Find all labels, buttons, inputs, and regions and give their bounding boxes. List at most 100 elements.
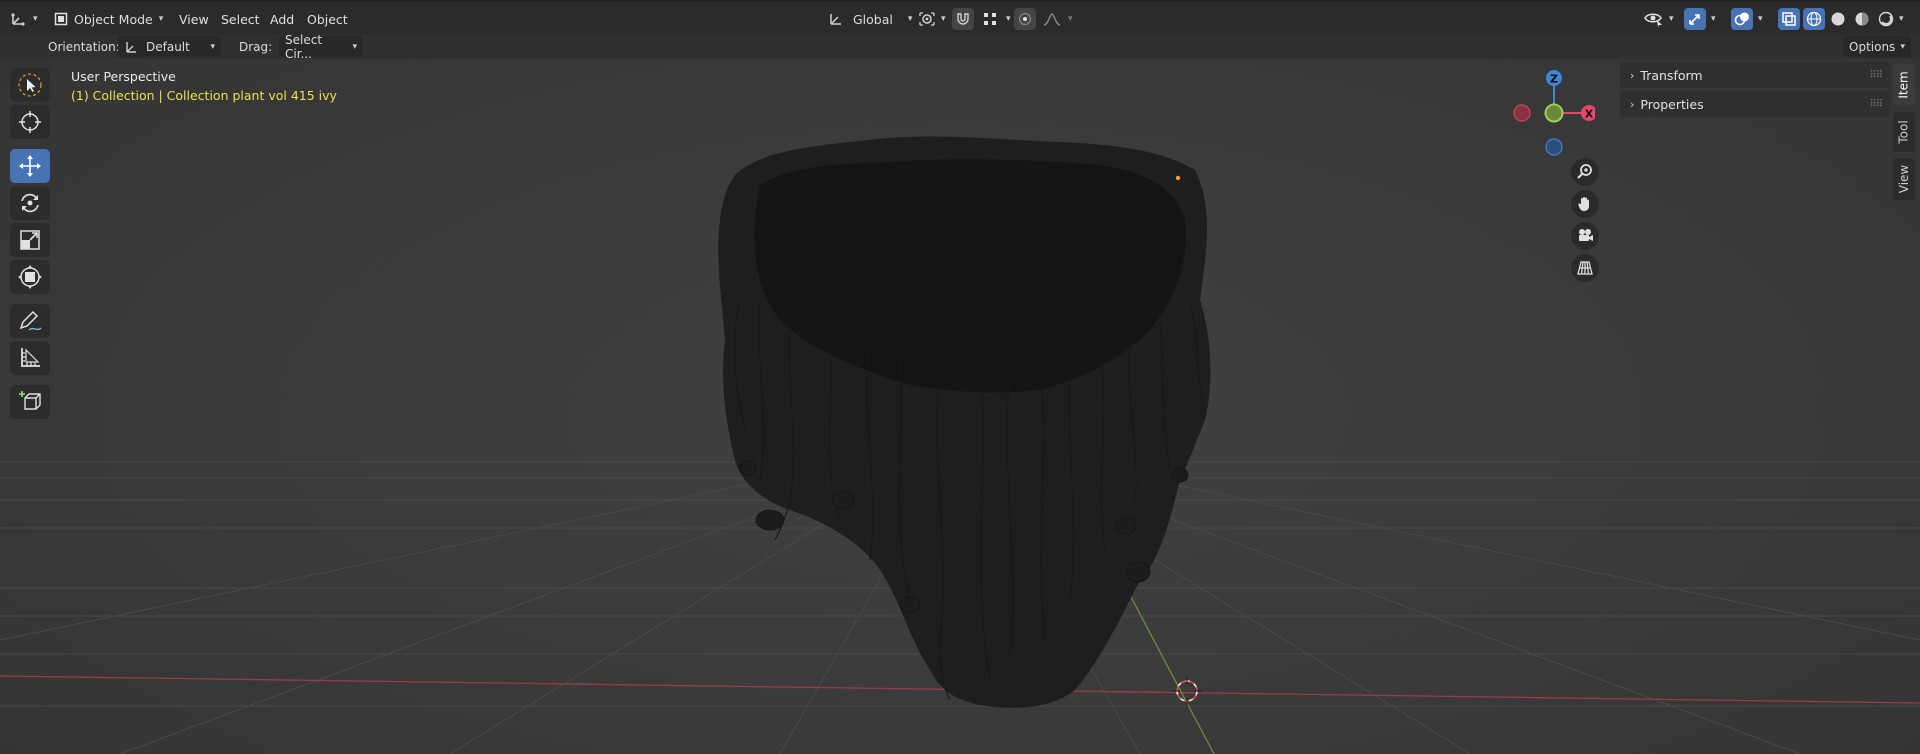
drag-grip-icon[interactable]: ⠿⠿ — [1869, 70, 1883, 81]
falloff-button[interactable] — [1041, 8, 1063, 30]
menu-add[interactable]: Add — [270, 12, 294, 27]
proportional-toggle-button[interactable] — [952, 8, 974, 30]
chevron-down-icon: ▾ — [1669, 14, 1674, 24]
gizmo-dropdown[interactable]: ▾ — [1684, 8, 1716, 30]
material-shading-button[interactable] — [1851, 8, 1873, 30]
magnet-icon — [957, 13, 969, 25]
select-tool-button[interactable] — [10, 68, 50, 102]
gizmo-z-label: Z — [1550, 73, 1558, 86]
transform-orientation-dropdown[interactable]: Global ▾ — [828, 8, 912, 30]
y-axis-line — [1121, 579, 1215, 754]
orientation-value: Default — [146, 39, 190, 54]
chevron-down-icon: ▾ — [1900, 41, 1905, 52]
mode-dropdown[interactable]: Object Mode ▾ — [52, 8, 166, 30]
shading-mode-group: ▾ — [1803, 8, 1904, 30]
drag-value: Select Cir... — [285, 32, 323, 61]
tab-view[interactable]: View — [1893, 158, 1915, 200]
active-collection-label: (1) Collection | Collection plant vol 41… — [71, 88, 337, 103]
chevron-down-icon: ▾ — [1899, 14, 1904, 24]
gizmo-neg-x-icon[interactable] — [1513, 104, 1531, 122]
proportional-edit-button[interactable] — [1014, 8, 1036, 30]
scale-tool-button[interactable] — [10, 223, 50, 257]
overlays-dropdown[interactable]: ▾ — [1731, 8, 1763, 30]
chevron-down-icon: ▾ — [33, 14, 38, 24]
transform-tool-button[interactable] — [10, 260, 50, 294]
drag-dropdown[interactable]: Select Cir... ▾ — [279, 33, 363, 61]
transform-panel-header[interactable]: › Transform ⠿⠿ — [1620, 62, 1890, 88]
pencil-icon — [19, 310, 42, 331]
tab-item-label: Item — [1897, 71, 1912, 99]
transform-panel-title: Transform — [1640, 67, 1703, 83]
options-label: Options — [1849, 39, 1896, 54]
gizmo-neg-z-icon[interactable] — [1545, 138, 1563, 156]
options-dropdown[interactable]: Options ▾ — [1843, 36, 1911, 57]
falloff-curve-icon — [1043, 13, 1061, 26]
properties-panel-title: Properties — [1640, 96, 1704, 112]
add-cube-tool-button[interactable] — [10, 385, 50, 419]
annotate-tool-button[interactable] — [10, 304, 50, 338]
overlays-toggle-button[interactable] — [1731, 8, 1753, 30]
overlay-circles-icon — [1734, 12, 1749, 26]
gizmo-x-label: X — [1585, 108, 1594, 121]
ruler-icon — [21, 348, 40, 367]
menu-view[interactable]: View — [179, 12, 209, 27]
snap-grid-icon — [984, 13, 996, 25]
chevron-down-icon: ▾ — [907, 14, 913, 24]
transform-orientation-label: Global — [853, 11, 893, 27]
tab-tool-label: Tool — [1897, 120, 1911, 144]
rendered-sphere-icon — [1878, 11, 1894, 27]
rotate-tool-button[interactable] — [10, 186, 50, 220]
pivot-point-dropdown[interactable]: ▾ — [918, 8, 946, 30]
3d-cursor-marker[interactable] — [1172, 676, 1202, 706]
navigation-gizmo[interactable]: Z X — [1505, 65, 1595, 165]
tab-tool[interactable]: Tool — [1893, 112, 1915, 152]
chevron-down-icon: ▾ — [1068, 14, 1073, 24]
gizmo-y-icon[interactable] — [1544, 103, 1564, 123]
menu-object[interactable]: Object — [307, 12, 348, 27]
wireframe-shading-button[interactable] — [1803, 8, 1825, 30]
chevron-down-icon: ▾ — [210, 41, 215, 52]
editor-type-button[interactable]: ▾ — [10, 8, 38, 30]
cursor-tool-button[interactable] — [10, 105, 50, 139]
ortho-toggle-button[interactable] — [1571, 254, 1599, 282]
rotate-icon — [21, 193, 39, 213]
orientation-axes-icon — [126, 41, 136, 53]
hand-icon — [1578, 197, 1589, 211]
zoom-view-button[interactable] — [1571, 158, 1599, 186]
scale-icon — [20, 230, 40, 250]
eye-select-icon — [1644, 13, 1662, 27]
transform-icon — [18, 265, 42, 289]
drag-grip-icon[interactable]: ⠿⠿ — [1869, 99, 1883, 110]
camera-icon — [1579, 229, 1593, 241]
xray-toggle-button[interactable] — [1778, 8, 1800, 30]
zoom-icon — [1577, 164, 1592, 179]
pan-view-button[interactable] — [1571, 190, 1599, 218]
view-perspective-label: User Perspective — [71, 69, 176, 84]
orientation-dropdown[interactable]: Default ▾ — [118, 36, 221, 57]
menu-select[interactable]: Select — [221, 12, 260, 27]
snap-target-button[interactable] — [979, 8, 1001, 30]
add-cube-icon — [19, 391, 41, 410]
chevron-down-icon: ▾ — [1758, 14, 1763, 24]
axes-editor-icon — [11, 13, 25, 26]
orientation-axes-icon — [830, 14, 841, 25]
visibility-dropdown[interactable]: ▾ — [1644, 8, 1674, 30]
measure-tool-button[interactable] — [10, 341, 50, 375]
proportional-edit-group: ▾ — [1014, 8, 1073, 30]
drag-label: Drag: — [239, 40, 273, 54]
snap-group: ▾ — [952, 8, 1011, 30]
rendered-shading-button[interactable] — [1875, 8, 1897, 30]
gizmo-toggle-button[interactable] — [1684, 8, 1706, 30]
orientation-label: Orientation: — [48, 40, 120, 54]
tab-item[interactable]: Item — [1893, 64, 1915, 106]
move-tool-button[interactable] — [10, 149, 50, 183]
properties-panel-header[interactable]: › Properties ⠿⠿ — [1620, 91, 1890, 117]
camera-view-button[interactable] — [1571, 222, 1599, 250]
chevron-down-icon: ▾ — [158, 14, 164, 24]
pivot-icon — [919, 12, 935, 26]
mode-label: Object Mode — [74, 11, 153, 27]
solid-shading-button[interactable] — [1827, 8, 1849, 30]
wireframe-sphere-icon — [1806, 11, 1822, 27]
tab-view-label: View — [1897, 164, 1912, 194]
material-sphere-icon — [1855, 12, 1869, 26]
